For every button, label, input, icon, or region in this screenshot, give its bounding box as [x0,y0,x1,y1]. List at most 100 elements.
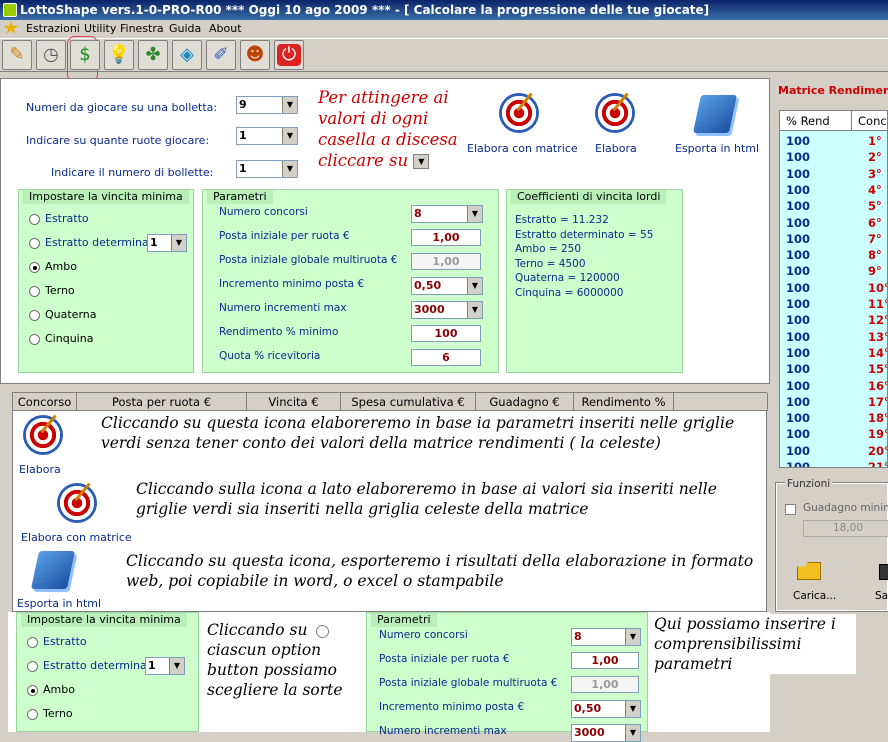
matrix-rend-cell[interactable]: 100 [786,166,810,182]
lightbulb-button[interactable]: 💡 [104,40,134,70]
matrix-rend-cell[interactable]: 100 [786,263,810,279]
chevron-down-icon[interactable]: ▼ [282,97,297,113]
ruote-select[interactable]: 1 ▼ [236,127,298,145]
notepad-button[interactable]: ✐ [206,40,236,70]
matrix-row[interactable]: 100 9° [780,263,887,279]
cube-button[interactable]: ◈ [172,40,202,70]
matrix-rend-cell[interactable]: 100 [786,329,810,345]
dollar-button[interactable]: $ [70,40,100,70]
matrix-row[interactable]: 100 1° [780,133,887,149]
results-grid[interactable]: Concorso Posta per ruota € Vincita € Spesa … [12,392,768,612]
matrix-row[interactable]: 100 10° [780,280,887,296]
matrix-rend-cell[interactable]: 100 [786,231,810,247]
target-icon[interactable] [23,415,63,455]
matrix-row[interactable]: 100 13° [780,329,887,345]
param-select[interactable]: 8 ▼ [571,628,641,646]
power-button[interactable]: ⏻ [274,40,304,70]
target-icon[interactable] [57,483,97,523]
carica-button[interactable]: Carica... [793,590,836,602]
matrix-row[interactable]: 100 20° [780,443,887,459]
radio-vincita_box-0[interactable] [29,214,40,225]
radio-vincita_box-1[interactable] [29,238,40,249]
radio-bottom-0[interactable] [27,637,38,648]
matrix-rend-cell[interactable]: 100 [786,182,810,198]
param-input[interactable]: 1,00 [571,676,639,693]
determinato-select[interactable]: 1 ▼ [147,234,187,252]
esporta-grid-button[interactable]: Esporta in html [17,597,101,610]
chevron-down-icon[interactable]: ▼ [467,278,482,294]
elabora-matrice-button[interactable]: Elabora con matrice [467,142,578,155]
target-icon[interactable] [595,93,635,133]
chevron-down-icon[interactable]: ▼ [169,658,184,674]
matrix-row[interactable]: 100 17° [780,394,887,410]
chevron-down-icon[interactable]: ▼ [625,725,640,741]
param-input[interactable]: 6 [411,349,481,366]
radio-vincita_box-2[interactable] [29,262,40,273]
matrix-row[interactable]: 100 5° [780,198,887,214]
param-input[interactable]: 1,00 [411,229,481,246]
param-input[interactable]: 100 [411,325,481,342]
grid-header-1[interactable]: Posta per ruota € [77,393,247,411]
matrix-rend-cell[interactable]: 100 [786,443,810,459]
matrix-rend-cell[interactable]: 100 [786,459,810,467]
matrix-rend-cell[interactable]: 100 [786,296,810,312]
grid-header-4[interactable]: Guadagno € [476,393,574,411]
menu-utility[interactable]: Utility [84,22,116,35]
matrix-row[interactable]: 100 14° [780,345,887,361]
menu-guida[interactable]: Guida [169,22,201,35]
book-icon[interactable] [30,551,76,589]
bollette-select[interactable]: 1 ▼ [236,160,298,178]
param-select[interactable]: 3000 ▼ [411,301,483,319]
puzzle-button[interactable]: ✤ [138,40,168,70]
menu-estrazioni[interactable]: Estrazioni [26,22,80,35]
matrix-rend-cell[interactable]: 100 [786,361,810,377]
salva-button[interactable]: Sa [875,590,888,602]
param-select[interactable]: 0,50 ▼ [571,700,641,718]
matrix-rend-cell[interactable]: 100 [786,247,810,263]
elabora-button[interactable]: Elabora [595,142,637,155]
matrix-row[interactable]: 100 16° [780,378,887,394]
elabora-grid-button[interactable]: Elabora [19,463,61,476]
menu-about[interactable]: About [209,22,242,35]
users-button[interactable]: ☻ [240,40,270,70]
clock-button[interactable]: ◷ [36,40,66,70]
determinato-select[interactable]: 1 ▼ [145,657,185,675]
radio-vincita_box-3[interactable] [29,286,40,297]
matrix-rend-cell[interactable]: 100 [786,426,810,442]
radio-bottom-2[interactable] [27,685,38,696]
matrix-rend-cell[interactable]: 100 [786,410,810,426]
grid-header-3[interactable]: Spesa cumulativa € [341,393,476,411]
folder-open-icon[interactable] [797,562,821,580]
radio-bottom-3[interactable] [27,709,38,720]
param-select[interactable]: 0,50 ▼ [411,277,483,295]
matrix-rend-cell[interactable]: 100 [786,378,810,394]
matrix-row[interactable]: 100 6° [780,215,887,231]
book-icon[interactable] [692,95,738,133]
esporta-html-button[interactable]: Esporta in html [675,142,759,155]
matrix-row[interactable]: 100 21° [780,459,887,467]
matrix-rend-cell[interactable]: 100 [786,345,810,361]
matrix-row[interactable]: 100 12° [780,312,887,328]
matrix-row[interactable]: 100 8° [780,247,887,263]
save-icon[interactable] [879,564,888,580]
matrix-row[interactable]: 100 18° [780,410,887,426]
chevron-down-icon[interactable]: ▼ [467,302,482,318]
radio-vincita_box-5[interactable] [29,334,40,345]
radio-bottom-1[interactable] [27,661,38,672]
matrix-row[interactable]: 100 4° [780,182,887,198]
matrix-row[interactable]: 100 7° [780,231,887,247]
chevron-down-icon[interactable]: ▼ [625,629,640,645]
matrix-rend-cell[interactable]: 100 [786,198,810,214]
chevron-down-icon[interactable]: ▼ [171,235,186,251]
elabora-matrice-grid-button[interactable]: Elabora con matrice [21,531,132,544]
param-input[interactable]: 1,00 [411,253,481,270]
guadagno-input[interactable]: 18,00 [803,520,888,537]
chevron-down-icon[interactable]: ▼ [625,701,640,717]
guadagno-checkbox[interactable] [785,504,796,515]
chevron-down-icon[interactable]: ▼ [282,161,297,177]
radio-vincita_box-4[interactable] [29,310,40,321]
param-select[interactable]: 8 ▼ [411,205,483,223]
pencil-button[interactable]: ✎ [2,40,32,70]
matrix-rend-cell[interactable]: 100 [786,133,810,149]
matrix-row[interactable]: 100 3° [780,166,887,182]
